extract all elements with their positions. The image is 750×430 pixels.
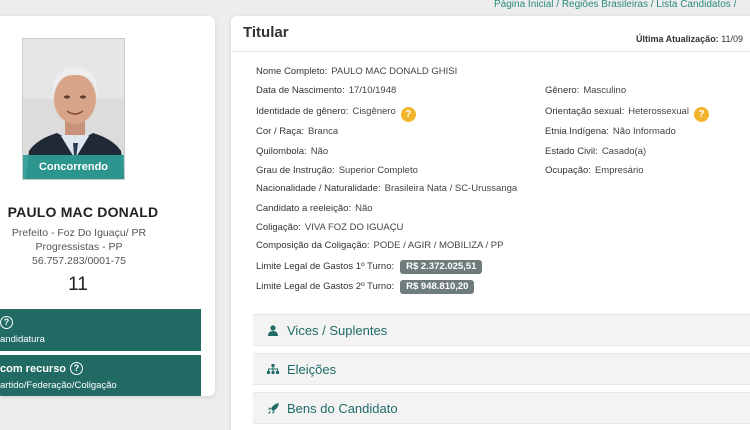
appeal-status-subtitle: artido/Federação/Coligação	[0, 380, 117, 391]
field-reeleicao: Candidato a reeleição: Não	[256, 203, 373, 215]
field-value: Casado(a)	[601, 146, 647, 157]
field-label: Etnia Indígena:	[545, 126, 609, 137]
field-ocupacao: Ocupação: Empresário	[545, 165, 644, 177]
field-cor-raca: Cor / Raça: Branca	[256, 126, 338, 138]
field-value: Superior Completo	[338, 165, 418, 176]
field-value: Masculino	[583, 85, 627, 96]
candidate-photo: Concorrendo	[22, 38, 125, 180]
accordion-bens-candidato[interactable]: Bens do Candidato	[253, 392, 750, 424]
candidate-cnpj: 56.757.283/0001-75	[31, 255, 126, 267]
field-grau-instrucao: Grau de Instrução: Superior Completo	[256, 165, 418, 177]
field-value: PAULO MAC DONALD GHISI	[331, 66, 458, 77]
field-label: Nome Completo:	[256, 66, 328, 77]
rocket-icon	[267, 402, 279, 414]
candidate-office: Prefeito - Foz Do Iguaçu/ PR	[11, 227, 147, 239]
candidacy-status-label: Concorrendo	[23, 155, 124, 179]
candidate-name: PAULO MAC DONALD	[7, 204, 159, 220]
sitemap-icon	[267, 363, 279, 375]
candidate-party: Progressistas - PP	[35, 241, 123, 253]
field-label: Ocupação:	[545, 165, 591, 176]
field-label: Limite Legal de Gastos 2º Turno:	[256, 281, 395, 292]
appeal-status-title: com recurso ?	[0, 360, 201, 377]
field-label: Nacionalidade / Naturalidade:	[256, 183, 381, 194]
candidate-number: 11	[68, 274, 88, 295]
titular-header: Titular Última Atualização: 11/09	[231, 16, 750, 52]
help-icon[interactable]: ?	[693, 107, 709, 122]
field-composicao: Composição da Coligação: PODE / AGIR / MO…	[256, 240, 503, 252]
field-value: Brasileira Nata / SC-Urussanga	[384, 183, 518, 194]
appeal-status-title-text: com recurso	[0, 362, 67, 375]
field-label: Identidade de gênero:	[256, 106, 349, 117]
field-label: Candidato a reeleição:	[256, 203, 352, 214]
field-identidade-genero: Identidade de gênero: Cisgênero?	[256, 106, 416, 122]
appeal-status-box[interactable]: com recurso ? artido/Federação/Coligação	[0, 355, 201, 396]
field-value: Não	[310, 146, 329, 157]
field-value: Não	[355, 203, 373, 214]
field-label: Orientação sexual:	[545, 106, 625, 117]
user-icon	[267, 324, 279, 336]
accordion-label: Eleições	[287, 361, 337, 377]
field-label: Coligação:	[256, 222, 301, 233]
candidacy-status-subtitle: andidatura	[0, 334, 45, 345]
field-label: Gênero:	[545, 85, 580, 96]
field-limite-2-turno: Limite Legal de Gastos 2º Turno: R$ 948.8…	[256, 280, 475, 294]
field-value: Branca	[308, 126, 339, 137]
help-icon[interactable]: ?	[400, 107, 416, 122]
field-genero: Gênero: Masculino	[545, 85, 626, 97]
titular-card: Titular Última Atualização: 11/09 Nome C…	[231, 16, 750, 430]
last-update-value: 11/09	[721, 34, 744, 44]
spending-limit-badge: R$ 2.372.025,51	[400, 260, 483, 274]
field-value: Heterossexual	[628, 106, 689, 117]
last-update-label: Última Atualização:	[636, 34, 719, 44]
field-value: Cisgênero	[352, 106, 396, 117]
field-nome-completo: Nome Completo: PAULO MAC DONALD GHISI	[256, 66, 457, 78]
field-label: Cor / Raça:	[256, 126, 305, 137]
field-data-nascimento: Data de Nascimento: 17/10/1948	[256, 85, 396, 97]
field-coligacao: Coligação: VIVA FOZ DO IGUAÇU	[256, 222, 403, 234]
field-label: Limite Legal de Gastos 1º Turno:	[256, 261, 395, 272]
field-limite-1-turno: Limite Legal de Gastos 1º Turno: R$ 2.372…	[256, 260, 483, 274]
accordion-vices-suplentes[interactable]: Vices / Suplentes	[253, 314, 750, 346]
field-value: PODE / AGIR / MOBILIZA / PP	[373, 240, 504, 251]
field-label: Quilombola:	[256, 146, 307, 157]
help-circle-icon[interactable]: ?	[70, 362, 84, 375]
last-update: Última Atualização: 11/09	[636, 34, 743, 44]
field-estado-civil: Estado Civil: Casado(a)	[545, 146, 646, 158]
field-value: Não Informado	[612, 126, 676, 137]
candidacy-status-box[interactable]: ? andidatura	[0, 309, 201, 351]
field-etnia-indigena: Etnia Indígena: Não Informado	[545, 126, 676, 138]
field-nacionalidade: Nacionalidade / Naturalidade: Brasileira …	[256, 183, 517, 195]
candidate-card: Concorrendo PAULO MAC DONALD Prefeito - …	[0, 16, 215, 396]
accordion-label: Vices / Suplentes	[287, 322, 388, 338]
field-label: Composição da Coligação:	[256, 240, 370, 251]
field-orientacao-sexual: Orientação sexual: Heterossexual?	[545, 106, 709, 122]
help-circle-icon[interactable]: ?	[0, 316, 13, 329]
field-value: Empresário	[594, 165, 644, 176]
candidacy-status-title: ?	[0, 314, 201, 331]
field-label: Grau de Instrução:	[256, 165, 335, 176]
field-quilombola: Quilombola: Não	[256, 146, 328, 158]
field-value: VIVA FOZ DO IGUAÇU	[304, 222, 404, 233]
accordion-label: Bens do Candidato	[287, 400, 398, 416]
field-label: Estado Civil:	[545, 146, 598, 157]
breadcrumb[interactable]: Página Inicial / Regiões Brasileiras / L…	[494, 0, 750, 10]
field-value: 17/10/1948	[348, 85, 397, 96]
titular-title: Titular	[243, 24, 289, 41]
field-label: Data de Nascimento:	[256, 85, 345, 96]
accordion-eleicoes[interactable]: Eleições	[253, 353, 750, 385]
spending-limit-badge: R$ 948.810,20	[400, 280, 475, 294]
